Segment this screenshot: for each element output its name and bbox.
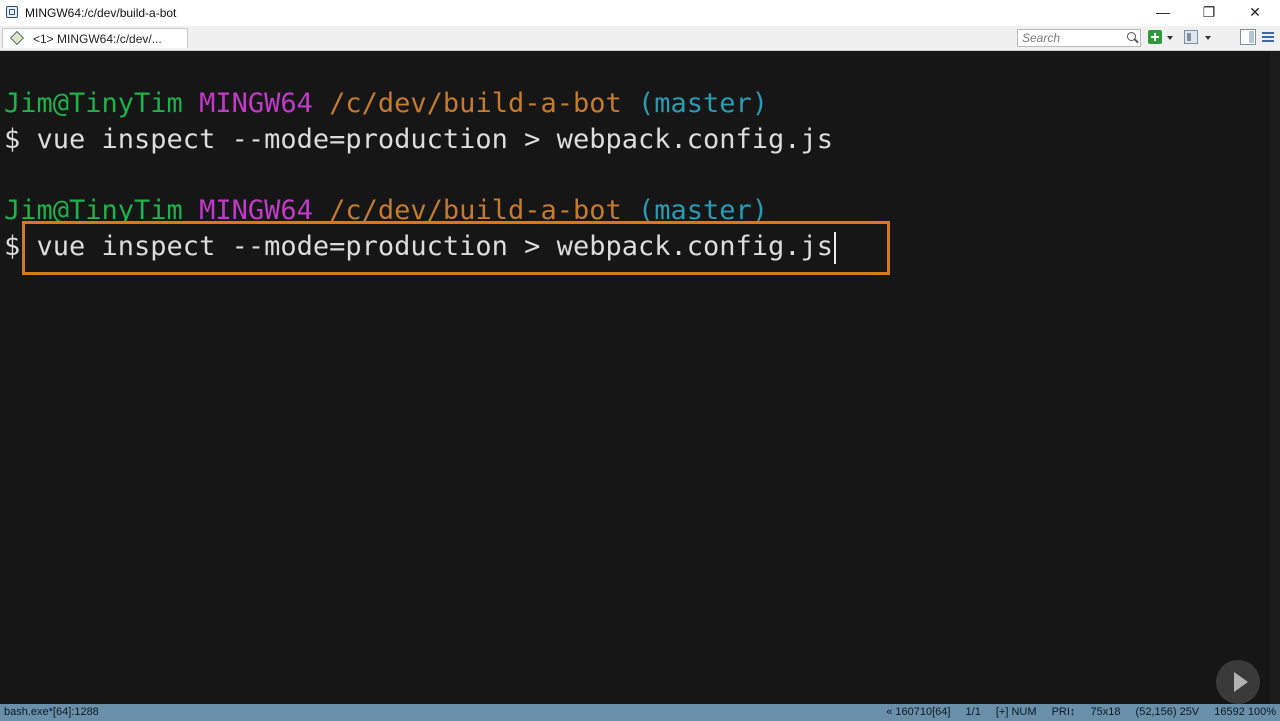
prompt-user: Jim@TinyTim	[4, 88, 183, 119]
command-text: $ vue inspect --mode=production > webpac…	[4, 231, 834, 262]
search-icon[interactable]	[1127, 32, 1136, 41]
play-icon[interactable]	[1216, 660, 1260, 704]
search-box[interactable]	[1017, 29, 1141, 47]
terminal-output[interactable]: Jim@TinyTim MINGW64 /c/dev/build-a-bot (…	[0, 51, 1280, 704]
tab-console-1[interactable]: <1> MINGW64:/c/dev/...	[2, 28, 188, 48]
status-buffer: « 160710[64]	[886, 706, 951, 718]
text-cursor	[834, 231, 837, 264]
tab-label: <1> MINGW64:/c/dev/...	[33, 32, 162, 46]
window-title: MINGW64:/c/dev/build-a-bot	[25, 6, 177, 20]
prompt-branch: (master)	[638, 88, 769, 119]
status-priority: PRI↕	[1051, 706, 1076, 718]
status-cursor-pos: (52,156) 25V	[1135, 706, 1200, 718]
status-bar: bash.exe*[64]:1288 « 160710[64] 1/1 [+] …	[0, 704, 1280, 721]
new-console-icon[interactable]	[1148, 30, 1162, 44]
tab-toolbar: <1> MINGW64:/c/dev/...	[0, 26, 1280, 51]
prompt-system: MINGW64	[199, 88, 313, 119]
chevron-down-icon[interactable]	[1205, 36, 1211, 40]
panel-toggle-icon[interactable]	[1240, 29, 1256, 45]
minimize-button[interactable]: —	[1140, 0, 1186, 26]
chevron-down-icon[interactable]	[1167, 36, 1173, 40]
status-num: [+] NUM	[995, 706, 1037, 718]
console-app-icon[interactable]	[6, 6, 18, 18]
status-zoom: 16592 100%	[1214, 706, 1276, 718]
status-process: bash.exe*[64]:1288	[4, 706, 99, 718]
status-indicators: « 160710[64] 1/1 [+] NUM PRI↕ 75x18 (52,…	[874, 706, 1276, 718]
title-bar: MINGW64:/c/dev/build-a-bot — ❐ ✕	[0, 0, 1280, 27]
prompt-line-1: Jim@TinyTim MINGW64 /c/dev/build-a-bot (…	[4, 86, 768, 122]
close-button[interactable]: ✕	[1232, 0, 1278, 26]
view-mode-icon[interactable]	[1184, 30, 1198, 44]
vertical-scrollbar[interactable]	[1270, 51, 1280, 704]
status-console-index: 1/1	[965, 706, 981, 718]
prompt-path: /c/dev/build-a-bot	[329, 88, 622, 119]
status-size: 75x18	[1090, 706, 1121, 718]
command-line-1: $ vue inspect --mode=production > webpac…	[4, 124, 834, 155]
command-line-2[interactable]: $ vue inspect --mode=production > webpac…	[4, 229, 837, 265]
console-tab-icon	[9, 30, 25, 46]
restore-button[interactable]: ❐	[1186, 0, 1232, 26]
search-input[interactable]	[1022, 31, 1122, 45]
hamburger-menu-icon[interactable]	[1262, 30, 1274, 44]
